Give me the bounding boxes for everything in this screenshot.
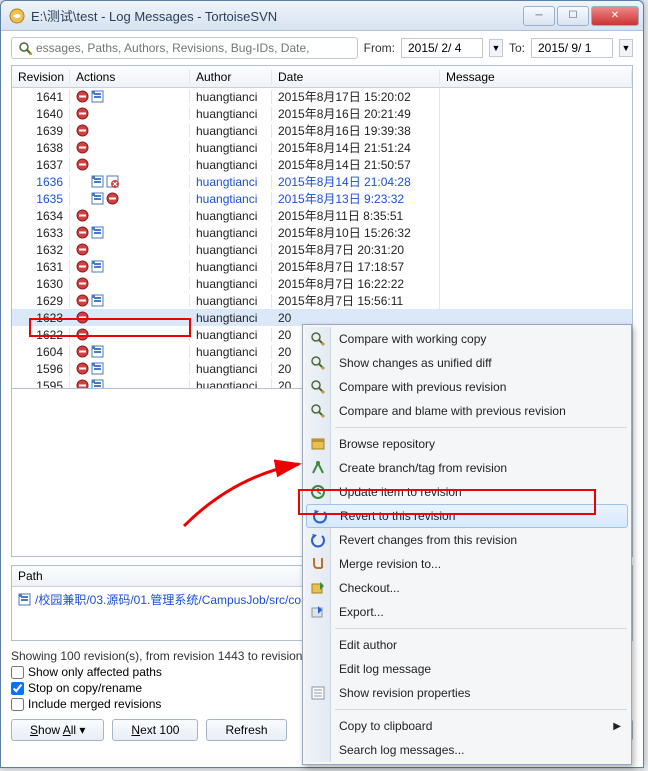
path-text: /校园兼职/03.源码/01.管理系统/CampusJob/src/cor — [35, 591, 305, 608]
action-icon — [76, 141, 89, 154]
to-date[interactable]: 2015/ 9/ 1 — [531, 38, 613, 58]
menu-item[interactable]: Create branch/tag from revision — [305, 456, 629, 480]
table-row[interactable]: 1641huangtianci2015年8月17日 15:20:02 — [12, 88, 632, 105]
action-icon — [76, 294, 89, 307]
menu-item[interactable]: Revert changes from this revision — [305, 528, 629, 552]
menu-item[interactable]: Edit log message — [305, 657, 629, 681]
menu-item[interactable]: Show revision properties — [305, 681, 629, 705]
revert-icon — [312, 508, 328, 524]
col-date[interactable]: Date — [272, 70, 440, 84]
menu-item[interactable]: Browse repository — [305, 432, 629, 456]
action-icon — [91, 175, 104, 188]
update-icon — [310, 484, 326, 500]
action-icon — [91, 362, 104, 375]
action-icon — [76, 328, 89, 341]
action-icon — [91, 345, 104, 358]
action-icon — [76, 107, 89, 120]
table-row[interactable]: 1630huangtianci2015年8月7日 16:22:22 — [12, 275, 632, 292]
branch-icon — [310, 460, 326, 476]
window-title: E:\测试\test - Log Messages - TortoiseSVN — [31, 6, 521, 25]
action-icon — [76, 311, 89, 324]
app-icon — [9, 8, 25, 24]
close-button[interactable]: ✕ — [591, 6, 639, 26]
menu-item[interactable]: Compare and blame with previous revision — [305, 399, 629, 423]
action-icon — [76, 124, 89, 137]
table-row[interactable]: 1640huangtianci2015年8月16日 20:21:49 — [12, 105, 632, 122]
mag-icon — [310, 379, 326, 395]
props-icon — [310, 685, 326, 701]
action-icon — [76, 209, 89, 222]
table-row[interactable]: 1638huangtianci2015年8月14日 21:51:24 — [12, 139, 632, 156]
col-message[interactable]: Message — [440, 70, 632, 84]
export-icon — [310, 604, 326, 620]
from-date[interactable]: 2015/ 2/ 4 — [401, 38, 483, 58]
action-icon — [76, 90, 89, 103]
to-dropdown-icon[interactable]: ▼ — [619, 39, 633, 57]
grid-header[interactable]: Revision Actions Author Date Message — [12, 66, 632, 88]
action-icon — [76, 260, 89, 273]
col-revision[interactable]: Revision — [12, 70, 70, 84]
action-icon — [91, 260, 104, 273]
action-icon — [76, 226, 89, 239]
table-row[interactable]: 1634huangtianci2015年8月11日 8:35:51 — [12, 207, 632, 224]
action-icon — [106, 175, 119, 188]
menu-item[interactable]: Checkout... — [305, 576, 629, 600]
show-all-button[interactable]: Show All ▾ — [11, 719, 104, 741]
col-actions[interactable]: Actions — [70, 70, 190, 84]
menu-item[interactable]: Update item to revision — [305, 480, 629, 504]
table-row[interactable]: 1632huangtianci2015年8月7日 20:31:20 — [12, 241, 632, 258]
filter-row: From: 2015/ 2/ 4 ▼ To: 2015/ 9/ 1 ▼ — [11, 37, 633, 59]
table-row[interactable]: 1635huangtianci2015年8月13日 9:23:32 — [12, 190, 632, 207]
from-label: From: — [364, 41, 395, 55]
table-row[interactable]: 1629huangtianci2015年8月7日 15:56:11 — [12, 292, 632, 309]
maximize-button[interactable]: ☐ — [557, 6, 589, 26]
menu-item[interactable]: Compare with previous revision — [305, 375, 629, 399]
next-100-button[interactable]: Next 100 — [112, 719, 198, 741]
refresh-button[interactable]: Refresh — [206, 719, 286, 741]
search-input[interactable] — [36, 41, 351, 55]
action-icon — [106, 192, 119, 205]
titlebar[interactable]: E:\测试\test - Log Messages - TortoiseSVN … — [1, 1, 643, 31]
to-label: To: — [509, 41, 525, 55]
submenu-arrow-icon: ▶ — [613, 721, 621, 732]
action-icon — [76, 362, 89, 375]
mag-icon — [310, 403, 326, 419]
action-icon — [91, 379, 104, 388]
menu-item[interactable]: Copy to clipboard▶ — [305, 714, 629, 738]
action-icon — [91, 226, 104, 239]
col-author[interactable]: Author — [190, 70, 272, 84]
action-icon — [91, 294, 104, 307]
table-row[interactable]: 1639huangtianci2015年8月16日 19:39:38 — [12, 122, 632, 139]
action-icon — [76, 277, 89, 290]
menu-item[interactable]: Merge revision to... — [305, 552, 629, 576]
action-icon — [76, 243, 89, 256]
table-row[interactable]: 1631huangtianci2015年8月7日 17:18:57 — [12, 258, 632, 275]
menu-item[interactable]: Show changes as unified diff — [305, 351, 629, 375]
minimize-button[interactable]: ─ — [523, 6, 555, 26]
modified-icon — [18, 593, 31, 606]
table-row[interactable]: 1633huangtianci2015年8月10日 15:26:32 — [12, 224, 632, 241]
action-icon — [91, 192, 104, 205]
search-icon — [18, 41, 32, 55]
action-icon — [76, 379, 89, 388]
table-row[interactable]: 1637huangtianci2015年8月14日 21:50:57 — [12, 156, 632, 173]
menu-item[interactable]: Compare with working copy — [305, 327, 629, 351]
from-dropdown-icon[interactable]: ▼ — [489, 39, 503, 57]
menu-item[interactable]: Edit author — [305, 633, 629, 657]
checkout-icon — [310, 580, 326, 596]
menu-item[interactable]: Search log messages... — [305, 738, 629, 762]
menu-item[interactable]: Revert to this revision — [306, 504, 628, 528]
action-icon — [91, 90, 104, 103]
mag-icon — [310, 331, 326, 347]
revert-icon — [310, 532, 326, 548]
merge-icon — [310, 556, 326, 572]
context-menu[interactable]: Compare with working copyShow changes as… — [302, 324, 632, 765]
action-icon — [76, 158, 89, 171]
search-box[interactable] — [11, 37, 358, 59]
mag-icon — [310, 355, 326, 371]
action-icon — [76, 345, 89, 358]
repo-icon — [310, 436, 326, 452]
table-row[interactable]: 1636huangtianci2015年8月14日 21:04:28 — [12, 173, 632, 190]
menu-item[interactable]: Export... — [305, 600, 629, 624]
